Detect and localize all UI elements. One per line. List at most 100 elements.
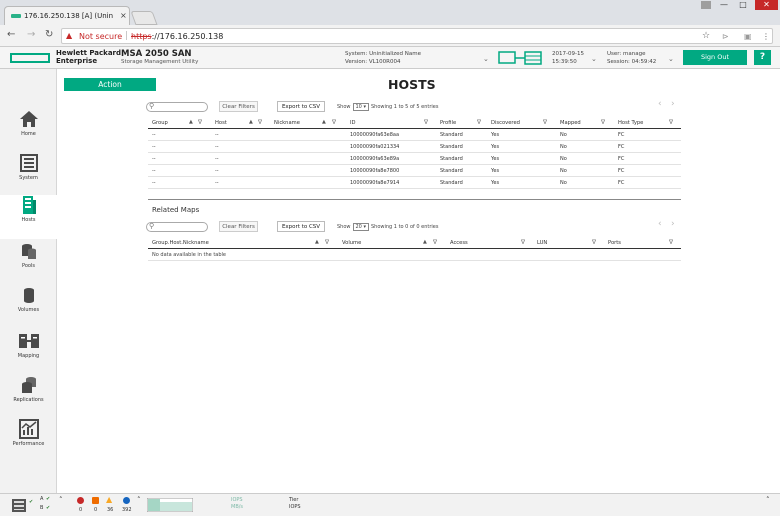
export-csv-button[interactable]: Export to CSV — [277, 101, 325, 112]
showing-entries-text: Showing 1 to 0 of 0 entries — [370, 224, 439, 230]
hpe-logo-icon — [10, 53, 50, 63]
sidebar-item-mapping[interactable]: Mapping — [0, 331, 57, 375]
home-icon — [19, 111, 38, 127]
filter-icon[interactable]: ∇ — [669, 239, 673, 246]
action-button[interactable]: Action — [64, 78, 156, 91]
column-header-ports[interactable]: Ports — [608, 240, 621, 246]
help-button[interactable]: ? — [754, 50, 771, 65]
page-title: HOSTS — [388, 77, 436, 92]
close-window-button[interactable]: ✕ — [755, 0, 778, 10]
browser-tab[interactable]: 176.16.250.138 [A] (Unin × — [4, 6, 130, 25]
column-header-host[interactable]: Host — [215, 120, 227, 126]
maximize-button[interactable]: □ — [736, 0, 750, 10]
sidebar-item-replications[interactable]: Replications — [0, 375, 57, 419]
sidebar-item-volumes[interactable]: Volumes — [0, 285, 57, 329]
topology-icon[interactable] — [498, 50, 542, 66]
sort-icon[interactable]: ▲ — [249, 119, 253, 125]
capacity-bar-icon[interactable] — [147, 498, 193, 512]
minimize-button[interactable]: — — [717, 0, 731, 10]
sidebar-item-home[interactable]: Home — [0, 109, 57, 153]
cell-host-type: FC — [618, 180, 625, 186]
column-header-id[interactable]: ID — [350, 120, 356, 126]
table-row[interactable]: -- -- 10000090fa8e7800 Standard Yes No F… — [148, 165, 681, 177]
security-label[interactable]: Not secure — [79, 32, 122, 41]
table-row[interactable]: -- -- 10000090fa63e89a Standard Yes No F… — [148, 153, 681, 165]
filter-icon[interactable]: ∇ — [592, 239, 596, 246]
new-tab-button[interactable] — [130, 11, 158, 25]
clear-filters-button[interactable]: Clear Filters — [219, 101, 258, 112]
table-row[interactable]: -- -- 10000090fa63e8aa Standard Yes No F… — [148, 129, 681, 141]
column-header-mapped[interactable]: Mapped — [560, 120, 581, 126]
chevron-up-icon[interactable]: ˄ — [137, 496, 141, 504]
controller-a-label: A — [40, 496, 44, 502]
filter-icon[interactable]: ∇ — [424, 119, 428, 126]
system-chevron-down-icon[interactable]: ⌄ — [483, 55, 489, 63]
maps-next-page-icon[interactable]: › — [671, 219, 675, 229]
sidebar-item-system[interactable]: System — [0, 153, 57, 197]
chevron-up-icon[interactable]: ˄ — [59, 496, 63, 504]
column-header-discovered[interactable]: Discovered — [491, 120, 520, 126]
menu-icon[interactable]: ⋮ — [762, 32, 770, 41]
prev-page-icon[interactable]: ‹ — [658, 99, 662, 109]
sidebar-item-hosts[interactable]: Hosts — [0, 195, 57, 239]
filter-icon[interactable]: ∇ — [543, 119, 547, 126]
cell-id: 10000090fa8e7800 — [350, 168, 400, 174]
critical-icon[interactable] — [77, 497, 84, 504]
column-header-lun[interactable]: LUN — [537, 240, 547, 246]
filter-icon[interactable]: ∇ — [601, 119, 605, 126]
column-header-volume[interactable]: Volume — [342, 240, 361, 246]
sidebar-item-performance[interactable]: Performance — [0, 419, 57, 463]
datetime-chevron-down-icon[interactable]: ⌄ — [591, 55, 597, 63]
sort-icon[interactable]: ▲ — [315, 239, 319, 245]
sort-icon[interactable]: ▲ — [322, 119, 326, 125]
url-input[interactable]: ▲ Not secure | https://176.16.250.138 ☆ … — [61, 28, 773, 44]
warning-count: 36 — [107, 507, 114, 513]
column-header-profile[interactable]: Profile — [440, 120, 456, 126]
hosts-search-input[interactable]: ⚲ — [146, 102, 208, 112]
filter-icon[interactable]: ∇ — [332, 119, 336, 126]
cell-discovered: Yes — [491, 156, 500, 162]
column-header-group-host-nickname[interactable]: Group.Host.Nickname — [152, 240, 209, 246]
bookmark-star-icon[interactable]: ☆ — [702, 31, 710, 41]
user-chevron-down-icon[interactable]: ⌄ — [668, 55, 674, 63]
error-icon[interactable] — [92, 497, 99, 504]
page-size-select[interactable]: 10 ▾ — [352, 103, 369, 111]
maps-export-csv-button[interactable]: Export to CSV — [277, 221, 325, 232]
chevron-up-icon[interactable]: ˄ — [766, 496, 770, 504]
extension-2-icon[interactable]: ▣ — [744, 32, 752, 41]
filter-icon[interactable]: ∇ — [669, 119, 673, 126]
column-header-host-type[interactable]: Host Type — [618, 120, 643, 126]
sidebar-item-label: Replications — [13, 397, 44, 403]
tier-label: Tier — [289, 497, 299, 503]
maps-search-input[interactable]: ⚲ — [146, 222, 208, 232]
tab-close-icon[interactable]: × — [120, 11, 127, 20]
maps-clear-filters-button[interactable]: Clear Filters — [219, 221, 258, 232]
next-page-icon[interactable]: › — [671, 99, 675, 109]
sidebar-item-pools[interactable]: Pools — [0, 241, 57, 285]
column-header-access[interactable]: Access — [450, 240, 468, 246]
filter-icon[interactable]: ∇ — [521, 239, 525, 246]
info-icon[interactable] — [123, 497, 130, 504]
filter-icon[interactable]: ∇ — [325, 239, 329, 246]
enclosure-icon[interactable] — [12, 499, 26, 512]
sort-icon[interactable]: ▲ — [189, 119, 193, 125]
column-header-group[interactable]: Group — [152, 120, 168, 126]
cell-discovered: Yes — [491, 180, 500, 186]
table-row[interactable]: -- -- 10000090fa8e7914 Standard Yes No F… — [148, 177, 681, 189]
back-icon[interactable]: ← — [7, 29, 15, 40]
extension-icon[interactable]: ⊳ — [722, 32, 729, 41]
sign-out-button[interactable]: Sign Out — [683, 50, 747, 65]
maps-prev-page-icon[interactable]: ‹ — [658, 219, 662, 229]
column-header-nickname[interactable]: Nickname — [274, 120, 300, 126]
reload-icon[interactable]: ↻ — [45, 29, 53, 40]
sort-icon[interactable]: ▲ — [423, 239, 427, 245]
filter-icon[interactable]: ∇ — [433, 239, 437, 246]
filter-icon[interactable]: ∇ — [258, 119, 262, 126]
filter-icon[interactable]: ∇ — [477, 119, 481, 126]
table-row[interactable]: -- -- 10000090fa021334 Standard Yes No F… — [148, 141, 681, 153]
warning-status-icon[interactable]: ▲ — [106, 495, 112, 504]
profile-icon[interactable] — [701, 1, 711, 9]
forward-icon[interactable]: → — [27, 29, 35, 40]
filter-icon[interactable]: ∇ — [198, 119, 202, 126]
maps-page-size-select[interactable]: 20 ▾ — [352, 223, 369, 231]
